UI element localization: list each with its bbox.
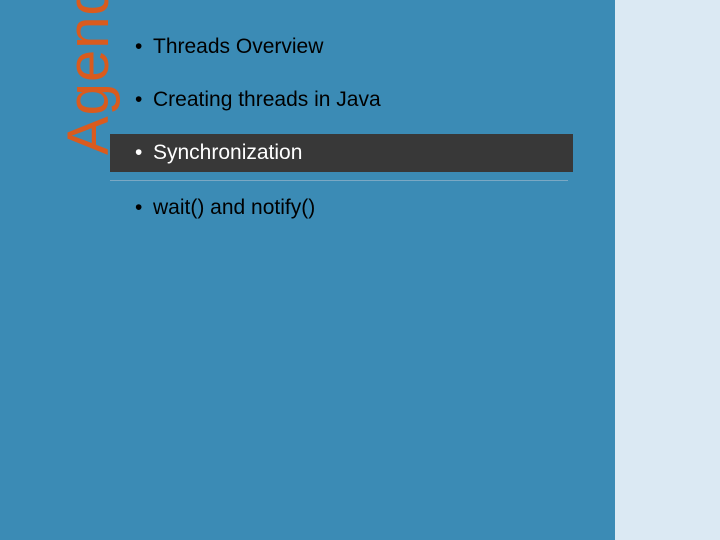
list-item-current: • Synchronization [110, 134, 573, 171]
bullet-icon: • [135, 87, 153, 112]
bullet-icon: • [135, 140, 153, 165]
agenda-list: • Threads Overview • Creating threads in… [115, 20, 595, 234]
slide: Agenda • Threads Overview • Creating thr… [0, 0, 720, 540]
slide-title: Agenda [55, 0, 122, 155]
list-item-text: Synchronization [153, 140, 302, 165]
list-item-text: Threads Overview [153, 34, 323, 59]
bullet-icon: • [135, 34, 153, 59]
list-item-text: Creating threads in Java [153, 87, 381, 112]
decorative-stripe [615, 0, 720, 540]
bullet-icon: • [135, 195, 153, 220]
list-item-text: wait() and notify() [153, 195, 315, 220]
list-item: • wait() and notify() [115, 181, 595, 234]
list-item: • Creating threads in Java [115, 73, 595, 126]
list-item: • Threads Overview [115, 20, 595, 73]
